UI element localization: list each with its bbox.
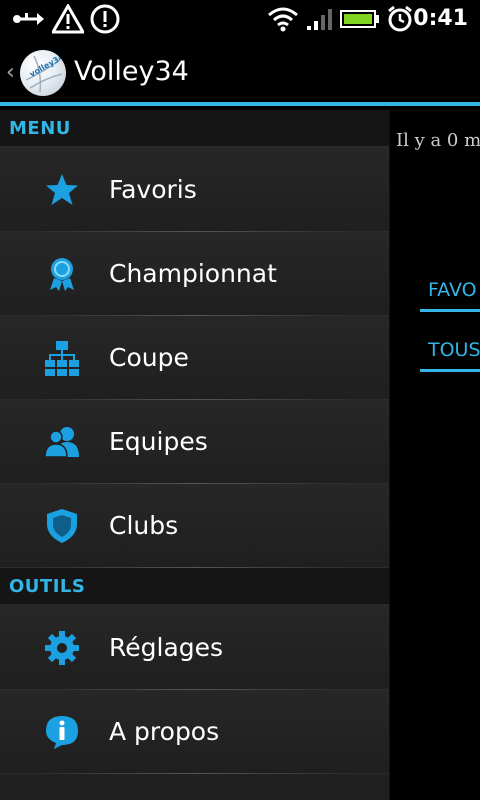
menu-item-label: A propos: [109, 717, 220, 746]
all-tab-button[interactable]: TOUS: [420, 332, 480, 372]
status-time: 0:41: [413, 6, 468, 31]
bracket-icon: [44, 340, 80, 376]
wifi-icon: [266, 0, 300, 38]
gear-icon: [44, 630, 80, 666]
menu-item-a-propos[interactable]: A propos: [0, 690, 389, 774]
status-bar: 0:41: [0, 0, 480, 38]
menu-item-favoris[interactable]: Favoris: [0, 148, 389, 232]
alert-icon: [88, 0, 122, 38]
app-logo[interactable]: volley34: [20, 50, 66, 96]
menu-item-championnat[interactable]: Championnat: [0, 232, 389, 316]
menu-item-label: Championnat: [109, 259, 277, 288]
star-icon: [44, 172, 80, 208]
menu-item-label: Favoris: [109, 175, 197, 204]
menu-item-reglages[interactable]: Réglages: [0, 606, 389, 690]
menu-item-coupe[interactable]: Coupe: [0, 316, 389, 400]
menu-item-label: Clubs: [109, 511, 179, 540]
menu-item-clubs[interactable]: Clubs: [0, 484, 389, 568]
warning-icon: [50, 0, 86, 38]
action-bar: ‹ volley34 Volley34: [0, 38, 480, 106]
medal-icon: [44, 256, 80, 292]
battery-icon: [340, 0, 380, 38]
alarm-icon: [384, 0, 416, 38]
volleyball-logo-icon: volley34: [25, 52, 66, 93]
signal-icon: [304, 0, 336, 38]
team-icon: [44, 424, 80, 460]
usb-icon: [10, 0, 46, 38]
shield-icon: [44, 508, 80, 544]
menu-item-equipes[interactable]: Equipes: [0, 400, 389, 484]
section-header-outils: OUTILS: [0, 568, 389, 606]
app-title: Volley34: [74, 56, 189, 87]
menu-item-label: Réglages: [109, 633, 224, 662]
main-content-peek: Il y a 0 m FAVO TOUS: [390, 110, 480, 800]
section-header-menu: MENU: [0, 110, 389, 148]
back-chevron-icon[interactable]: ‹: [6, 60, 15, 85]
menu-item-label: Coupe: [109, 343, 189, 372]
navigation-drawer: MENU Favoris Championnat Coupe Equipes C…: [0, 110, 390, 800]
favorites-tab-button[interactable]: FAVO: [420, 272, 480, 312]
last-update-text: Il y a 0 m: [396, 130, 480, 151]
info-icon: [44, 714, 80, 750]
menu-item-label: Equipes: [109, 427, 208, 456]
